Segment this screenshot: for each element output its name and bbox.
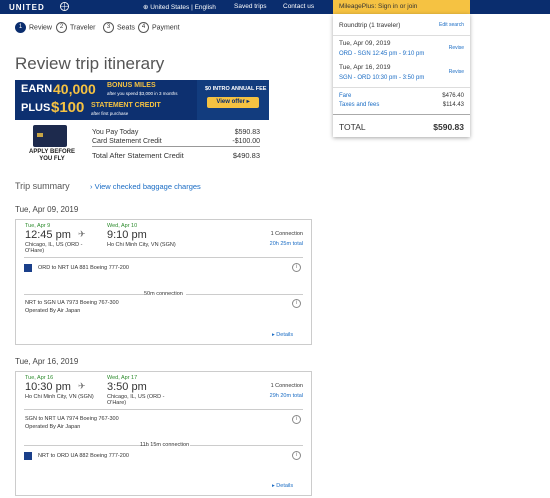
inbound-flight-card: Tue, Apr 16 10:30 pm Ho Chi Minh City, V… [15, 371, 312, 496]
info-icon[interactable]: i [292, 299, 301, 308]
promo-fee-panel: $0 INTRO ANNUAL FEE View offer ▸ [197, 80, 269, 120]
info-icon[interactable]: i [292, 263, 301, 272]
divider [24, 257, 303, 258]
divider [186, 294, 303, 295]
info-icon[interactable]: i [292, 415, 301, 424]
contact-us-link[interactable]: Contact us [283, 3, 314, 10]
trip-type: Roundtrip (1 traveler) [339, 22, 401, 29]
plane-arrow-icon: ✈ [78, 229, 86, 239]
price-summary-panel: Roundtrip (1 traveler) Edit search Tue, … [333, 14, 470, 137]
divider [24, 445, 148, 446]
united-logo[interactable]: UNITED [9, 3, 45, 12]
step-traveler: 2 Traveler [56, 22, 95, 33]
details-link[interactable]: ▸ Details [272, 332, 293, 338]
divider [24, 409, 303, 410]
trip-summary-heading: Trip summary [15, 181, 70, 191]
page-title: Review trip itinerary [15, 54, 165, 74]
card-chip [37, 133, 43, 137]
plane-arrow-icon: ✈ [78, 381, 86, 391]
departure-time: 10:30 pm [25, 381, 71, 393]
divider [333, 87, 470, 88]
outbound-flight-card: Tue, Apr 9 12:45 pm Chicago, IL, US (ORD… [15, 219, 312, 345]
you-pay-today-row: You Pay Today $590.83 [92, 129, 260, 136]
card-credit-row: Card Statement Credit -$100.00 [92, 138, 260, 147]
saved-trips-link[interactable]: Saved trips [234, 3, 267, 10]
edit-search-link[interactable]: Edit search [439, 22, 464, 28]
departure-time: 12:45 pm [25, 229, 71, 241]
baggage-charges-link[interactable]: › View checked baggage charges [90, 182, 201, 191]
fare-link[interactable]: Fare [339, 93, 351, 99]
revise-return-link[interactable]: Revise [449, 69, 464, 75]
leg2-route: SGN - ORD 10:30 pm - 3:50 pm [339, 75, 425, 81]
united-tail-icon [24, 452, 32, 460]
step-seats: 3 Seats [103, 22, 135, 33]
total-label: TOTAL [339, 122, 366, 132]
apply-before-you-fly[interactable]: APPLY BEFORE YOU FLY [24, 149, 80, 163]
total-after-credit-row: Total After Statement Credit $490.83 [92, 151, 260, 160]
promo-offer-text: EARN 40,000 BONUS MILES after you spend … [15, 80, 197, 120]
mileageplus-signin-tab[interactable]: MileagePlus: Sign in or join [333, 0, 470, 14]
taxes-link[interactable]: Taxes and fees [339, 102, 379, 108]
view-offer-button[interactable]: View offer ▸ [207, 97, 259, 108]
outbound-date: Tue, Apr 09, 2019 [15, 205, 79, 214]
divider [190, 445, 303, 446]
credit-card-promo-banner[interactable]: EARN 40,000 BONUS MILES after you spend … [15, 80, 269, 120]
credit-card-image[interactable] [33, 125, 67, 147]
revise-outbound-link[interactable]: Revise [449, 45, 464, 51]
arrival-time: 3:50 pm [107, 381, 147, 393]
details-link[interactable]: ▸ Details [272, 483, 293, 489]
locale-link[interactable]: ⊕ United States | English [143, 3, 216, 11]
divider [333, 35, 470, 36]
inbound-date: Tue, Apr 16, 2019 [15, 357, 79, 366]
leg1-route: ORD - SGN 12:45 pm - 9:10 pm [339, 51, 425, 57]
globe-logo-icon [60, 2, 69, 11]
arrival-time: 9:10 pm [107, 229, 147, 241]
united-tail-icon [24, 264, 32, 272]
step-review: 1 Review [15, 22, 52, 33]
info-icon[interactable]: i [292, 451, 301, 460]
step-payment: 4 Payment [138, 22, 180, 33]
divider [24, 294, 144, 295]
divider [333, 114, 470, 115]
total-value: $590.83 [433, 122, 464, 132]
